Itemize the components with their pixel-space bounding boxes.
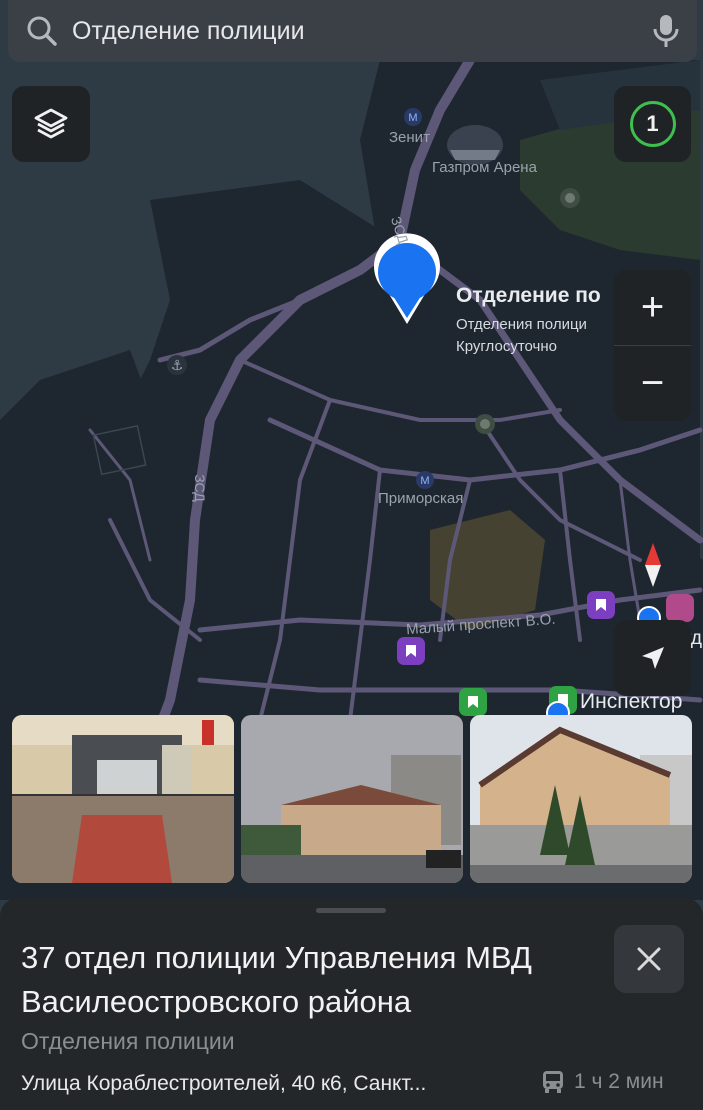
- zoom-in-button[interactable]: +: [614, 270, 691, 345]
- place-photo[interactable]: [241, 715, 463, 883]
- search-bar[interactable]: Отделение полиции: [8, 0, 697, 62]
- poi-bookmark-icon[interactable]: [666, 594, 694, 622]
- microphone-icon[interactable]: [651, 13, 681, 49]
- photo-strip[interactable]: [12, 715, 703, 883]
- park-tree-icon: [475, 414, 495, 434]
- anchor-icon: ⚓: [167, 355, 187, 375]
- svg-text:⚓: ⚓: [171, 358, 184, 374]
- svg-text:M: M: [408, 112, 417, 124]
- pin-hours: Круглосуточно: [456, 338, 557, 355]
- bus-icon: [543, 1071, 563, 1093]
- search-icon: [27, 16, 57, 46]
- layers-button[interactable]: [12, 86, 90, 162]
- place-photo[interactable]: [12, 715, 234, 883]
- search-input[interactable]: Отделение полиции: [72, 17, 651, 46]
- road-label-zsd-left: ЗСД: [191, 474, 208, 502]
- place-card[interactable]: 37 отдел полиции Управления МВД Василеос…: [0, 898, 703, 1110]
- transit-time: 1 ч 2 мин: [574, 1070, 664, 1093]
- place-address[interactable]: Улица Кораблестроителей, 40 к6, Санкт...: [21, 1072, 426, 1096]
- zoom-out-button[interactable]: −: [614, 346, 691, 421]
- place-photo[interactable]: [470, 715, 692, 883]
- pin-subtitle: Отделения полици: [456, 316, 587, 333]
- poi-bookmark-icon[interactable]: [459, 688, 487, 716]
- pin-callout[interactable]: Отделение по Отделения полици Круглосуто…: [456, 284, 601, 355]
- results-count-value: 1: [646, 111, 659, 136]
- place-category: Отделения полиции: [21, 1028, 235, 1054]
- close-button[interactable]: [614, 925, 684, 993]
- metro-icon-primorskaya: M: [416, 471, 434, 489]
- metro-icon-zenit: M: [404, 108, 422, 126]
- transit-info[interactable]: 1 ч 2 мин: [540, 1069, 664, 1095]
- zoom-controls: + −: [614, 270, 691, 421]
- metro-label-primorskaya: Приморская: [378, 490, 464, 507]
- pin-title: Отделение по: [456, 284, 601, 307]
- close-icon: [637, 947, 661, 971]
- sheet-handle[interactable]: [316, 908, 386, 913]
- svg-text:M: M: [420, 475, 429, 487]
- stadium-label: Газпром Арена: [432, 159, 537, 176]
- metro-label-zenit: Зенит: [389, 129, 430, 146]
- results-count-button[interactable]: 1: [614, 86, 691, 162]
- park-tree-icon: [560, 188, 580, 208]
- locate-button[interactable]: [614, 620, 691, 696]
- results-count-badge: 1: [629, 101, 676, 147]
- layers-icon: [34, 108, 68, 139]
- poi-bookmark-icon[interactable]: [397, 637, 425, 665]
- poi-bookmark-icon[interactable]: [587, 591, 615, 619]
- locate-arrow-icon: [641, 647, 664, 669]
- place-title: 37 отдел полиции Управления МВД Василеос…: [21, 940, 532, 1019]
